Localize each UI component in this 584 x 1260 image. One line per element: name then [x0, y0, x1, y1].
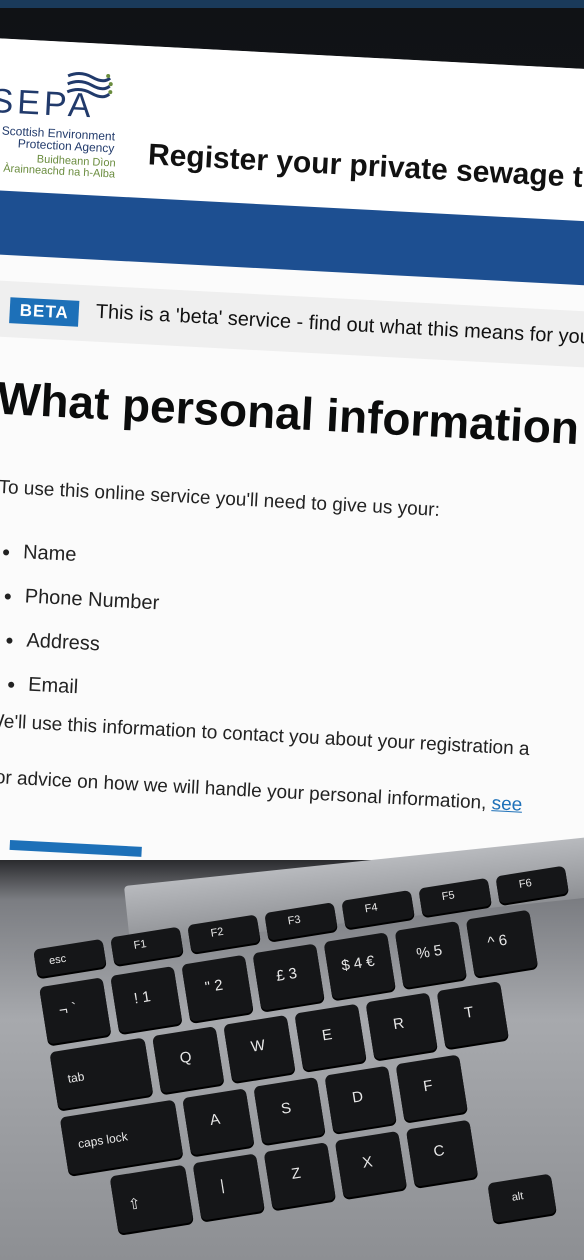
page-heading: What personal information w [0, 371, 584, 457]
phase-banner-text[interactable]: This is a 'beta' service - find out what… [95, 301, 584, 350]
key-label: F6 [518, 877, 533, 891]
key-label: A [208, 1110, 222, 1130]
key-pipe[interactable]: | [192, 1153, 265, 1221]
key-5[interactable]: % 5 [394, 920, 467, 989]
beta-tag: BETA [9, 297, 80, 327]
phase-banner: BETA This is a 'beta' service - find out… [0, 279, 584, 370]
key-label: W [249, 1036, 267, 1056]
key-e[interactable]: E [294, 1003, 367, 1071]
privacy-paragraph: For advice on how we will handle your pe… [0, 766, 523, 816]
key-w[interactable]: W [223, 1014, 296, 1083]
key-label: C [432, 1141, 446, 1161]
key-label: F3 [286, 913, 302, 928]
service-title[interactable]: Register your private sewage tre [147, 138, 584, 196]
org-gaelic-name: Buidheann Dìon Àrainneachd na h-Alba [0, 152, 116, 180]
key-f3[interactable]: F3 [264, 902, 338, 941]
list-item-label: Phone Number [24, 585, 160, 615]
key-caps-lock[interactable]: caps lock [59, 1099, 184, 1175]
key-a[interactable]: A [182, 1088, 255, 1156]
key-label: Q [178, 1048, 193, 1068]
key-label: | [219, 1176, 226, 1195]
privacy-text: For advice on how we will handle your pe… [0, 766, 487, 814]
key-label: E [320, 1026, 334, 1045]
bullet-icon [8, 681, 15, 688]
key-backtick[interactable]: ¬ ` [39, 977, 112, 1045]
key-shift[interactable]: ⇧ [109, 1164, 194, 1234]
key-z[interactable]: Z [263, 1142, 336, 1210]
key-3[interactable]: £ 3 [252, 943, 325, 1011]
key-label: F4 [363, 901, 379, 916]
key-f[interactable]: F [395, 1054, 468, 1122]
privacy-link[interactable]: see [491, 793, 523, 816]
key-t[interactable]: T [436, 981, 509, 1049]
key-label: ^ 6 [486, 931, 509, 952]
key-f1[interactable]: F1 [110, 926, 184, 966]
key-f5[interactable]: F5 [418, 877, 492, 917]
key-4[interactable]: $ 4 € [323, 932, 396, 1000]
key-label: T [463, 1003, 475, 1022]
top-edge [0, 0, 584, 8]
key-label: X [361, 1153, 374, 1172]
key-label: " 2 [203, 976, 225, 997]
logo-wordmark[interactable]: SEPA [0, 82, 96, 126]
key-q[interactable]: Q [152, 1026, 225, 1094]
key-label: S [279, 1099, 293, 1118]
key-d[interactable]: D [324, 1065, 397, 1134]
list-item-label: Name [22, 541, 77, 567]
key-label: tab [66, 1069, 86, 1086]
info-list: Name Phone Number Address Email [0, 529, 163, 713]
key-label: F5 [440, 889, 456, 904]
key-label: F1 [132, 938, 148, 952]
bullet-icon [4, 593, 11, 600]
key-c[interactable]: C [405, 1119, 479, 1187]
key-label: Z [290, 1164, 302, 1184]
key-label: R [391, 1014, 406, 1034]
key-label: alt [510, 1190, 525, 1204]
list-item-label: Email [27, 673, 79, 699]
key-label: D [350, 1088, 365, 1107]
intro-text: To use this online service you'll need t… [0, 476, 441, 521]
key-label: esc [48, 952, 67, 968]
list-item-label: Address [25, 629, 101, 656]
key-label: ⇧ [126, 1195, 143, 1214]
key-label: caps lock [76, 1129, 129, 1152]
photo-scene: SEPA Scottish Environment Protection Age… [0, 0, 584, 1260]
bullet-icon [2, 548, 10, 556]
key-label: ¬ ` [57, 999, 79, 1020]
continue-button[interactable] [9, 839, 142, 857]
key-f2[interactable]: F2 [187, 914, 261, 954]
key-s[interactable]: S [253, 1076, 326, 1145]
key-x[interactable]: X [334, 1130, 408, 1199]
key-label: % 5 [415, 941, 444, 963]
list-item: Email [0, 661, 156, 713]
key-6[interactable]: ^ 6 [465, 909, 539, 977]
laptop-screen: SEPA Scottish Environment Protection Age… [0, 38, 584, 901]
key-label: $ 4 € [340, 952, 376, 975]
bullet-icon [6, 637, 13, 644]
key-label: F2 [209, 925, 225, 940]
key-1[interactable]: ! 1 [110, 966, 183, 1034]
key-label: ! 1 [132, 988, 152, 1008]
key-2[interactable]: " 2 [181, 954, 254, 1023]
key-r[interactable]: R [365, 992, 438, 1060]
key-label: £ 3 [274, 964, 299, 985]
key-f4[interactable]: F4 [341, 889, 415, 929]
key-label: F [422, 1077, 434, 1096]
key-tab[interactable]: tab [49, 1037, 154, 1110]
key-f6[interactable]: F6 [495, 865, 569, 905]
key-esc[interactable]: esc [33, 938, 107, 978]
org-name: Scottish Environment Protection Agency [0, 124, 115, 156]
usage-paragraph: We'll use this information to contact yo… [0, 710, 531, 760]
